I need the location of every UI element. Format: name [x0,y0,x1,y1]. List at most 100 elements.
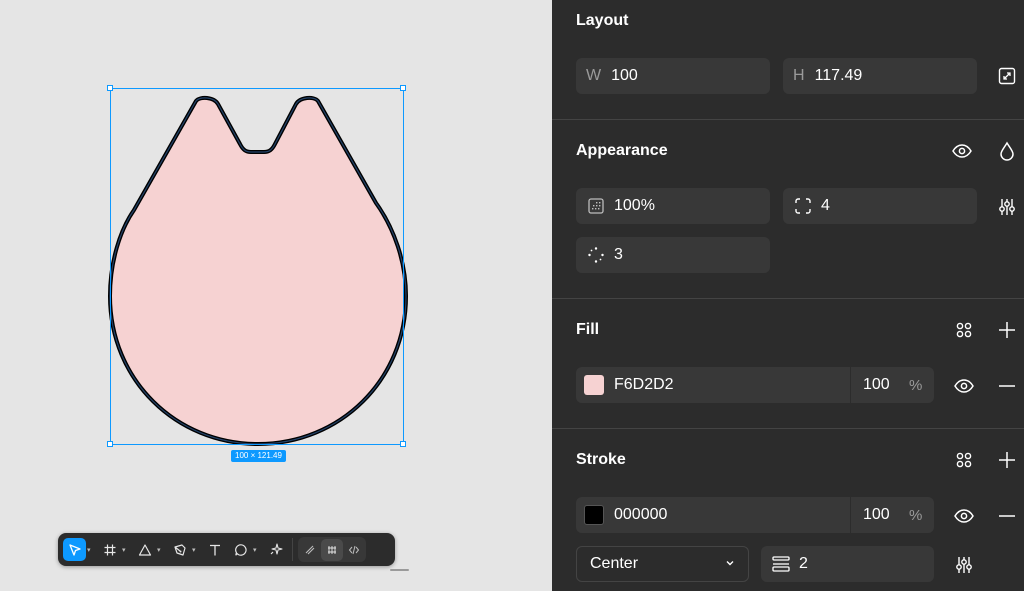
design-mode-icon [328,545,336,554]
fill-percent-sign: % [909,377,923,394]
pen-tool[interactable]: ▾ [168,538,200,561]
bottom-toolbar: ▾ ▾ ▾ ▾ ▾ [58,533,395,566]
chevron-down-icon[interactable]: ▾ [253,546,261,554]
chevron-down-icon[interactable]: ▾ [122,546,130,554]
corner-radius-value: 4 [821,197,830,214]
eye-icon [954,509,974,523]
resize-handle-top-right[interactable] [400,85,406,91]
frame-tool[interactable]: ▾ [98,538,130,561]
height-field[interactable]: H 117.49 [783,58,977,94]
droplet-icon [1000,141,1014,161]
dev-mode-button[interactable] [343,539,365,561]
toolbar-divider [292,538,293,561]
height-label: H [793,67,805,84]
plus-icon [999,452,1015,468]
triangle-icon [133,538,156,561]
add-stroke-button[interactable] [995,448,1019,472]
eye-icon [954,379,974,393]
actions-tool[interactable] [264,538,287,561]
eye-icon [952,144,972,158]
sliders-icon [956,557,972,573]
move-tool[interactable]: ▾ [63,538,95,561]
resize-fit-icon [998,67,1016,85]
pen-nib-icon [168,538,191,561]
section-divider [552,428,1024,429]
layout-section-title: Layout [576,12,629,29]
width-label: W [586,67,602,84]
stroke-opacity-value[interactable]: 100 [863,506,890,524]
opacity-value: 100% [614,197,655,214]
blend-mode-button[interactable] [995,139,1019,163]
stroke-hex-value: 000000 [614,506,668,523]
opacity-field[interactable]: 100% [576,188,770,224]
add-fill-button[interactable] [995,318,1019,342]
stroke-settings-button[interactable] [952,553,976,577]
shape-vector[interactable] [108,95,408,446]
minus-icon [999,385,1015,387]
stroke-weight-field[interactable]: 2 [761,546,934,582]
stroke-visibility-button[interactable] [952,504,976,528]
text-t-icon [203,538,226,561]
text-tool[interactable] [203,538,226,561]
fill-section-title: Fill [576,321,600,338]
remove-stroke-button[interactable] [995,504,1019,528]
chevron-down-icon [724,556,736,574]
fill-color-field[interactable]: F6D2D2 100 % [576,367,934,403]
fill-color-swatch[interactable] [584,375,604,395]
fill-hex-value: F6D2D2 [614,376,674,393]
remove-fill-button[interactable] [995,374,1019,398]
field-divider [850,367,851,403]
shape-tool[interactable]: ▾ [133,538,165,561]
width-value: 100 [611,67,638,84]
styles-grid-icon [956,452,972,468]
corner-radius-icon [793,196,813,216]
draw-mode-button[interactable] [299,539,321,561]
fill-opacity-value[interactable]: 100 [863,376,890,394]
appearance-settings-button[interactable] [995,195,1019,219]
chevron-down-icon[interactable]: ▾ [192,546,200,554]
toggle-visibility-button[interactable] [950,139,974,163]
resize-to-fit-button[interactable] [995,64,1019,88]
fill-visibility-button[interactable] [952,374,976,398]
resize-handle-bottom-right[interactable] [400,441,406,447]
height-value: 117.49 [814,67,863,84]
corner-radius-field[interactable]: 4 [783,188,977,224]
resize-handle-bottom-left[interactable] [107,441,113,447]
scrollbar[interactable] [390,569,409,571]
styles-grid-icon [956,322,972,338]
properties-panel: Layout W 100 H 117.49 Appearance 100% 4 … [552,0,1024,591]
size-badge: 100 × 121.49 [231,450,286,462]
comment-bubble-icon [229,538,252,561]
frame-hash-icon [98,538,121,561]
design-mode-button[interactable] [321,538,343,561]
chevron-down-icon[interactable]: ▾ [87,546,95,554]
width-field[interactable]: W 100 [576,58,770,94]
stroke-styles-button[interactable] [952,448,976,472]
corner-smoothing-field[interactable]: 3 [576,237,770,273]
stroke-position-select[interactable]: Center [576,546,749,582]
field-divider [850,497,851,533]
stroke-weight-icon [771,554,791,574]
fill-styles-button[interactable] [952,318,976,342]
resize-handle-top-left[interactable] [107,85,113,91]
stroke-position-value: Center [590,555,639,572]
chevron-down-icon[interactable]: ▾ [157,546,165,554]
section-divider [552,119,1024,120]
design-canvas[interactable]: 100 × 121.49 ▾ ▾ ▾ ▾ ▾ [0,0,552,591]
stroke-weight-value: 2 [799,555,808,572]
plus-icon [999,322,1015,338]
corner-smoothing-value: 3 [614,246,623,263]
stroke-color-swatch[interactable] [584,505,604,525]
appearance-section-title: Appearance [576,142,668,159]
comment-tool[interactable]: ▾ [229,538,261,561]
stroke-section-title: Stroke [576,451,626,468]
draw-mode-icon [305,545,315,554]
dev-mode-icon [348,545,360,554]
opacity-icon [586,196,606,216]
stroke-color-field[interactable]: 000000 100 % [576,497,934,533]
sliders-icon [999,199,1015,215]
mode-switcher [298,537,366,562]
stroke-percent-sign: % [909,507,923,524]
section-divider [552,298,1024,299]
corner-smoothing-icon [586,245,606,265]
